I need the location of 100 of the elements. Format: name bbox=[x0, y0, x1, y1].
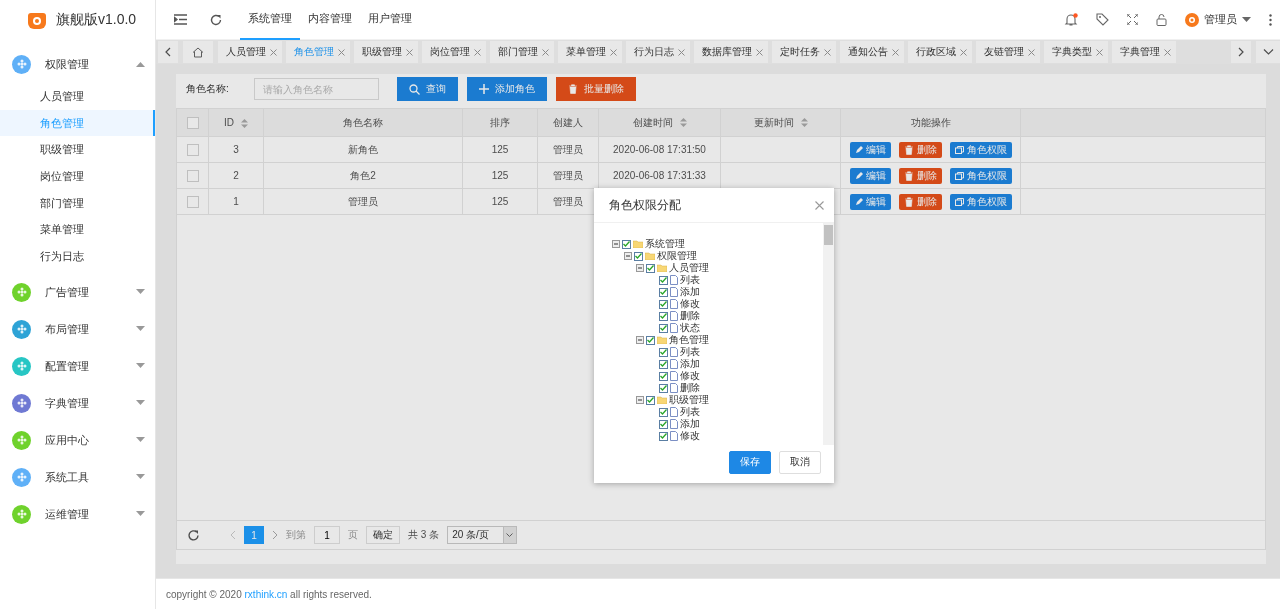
menu-group[interactable]: 布局管理 bbox=[0, 310, 155, 348]
tree-checkbox[interactable] bbox=[659, 311, 668, 321]
tree-checkbox[interactable] bbox=[659, 287, 668, 297]
close-icon[interactable] bbox=[815, 200, 824, 210]
tree-label[interactable]: 删除 bbox=[680, 309, 700, 323]
tree-label[interactable]: 添加 bbox=[680, 357, 700, 371]
cancel-button[interactable]: 取消 bbox=[779, 450, 821, 474]
add-button[interactable]: 添加角色 bbox=[466, 77, 547, 101]
close-icon[interactable] bbox=[338, 48, 345, 56]
collapse-icon[interactable] bbox=[636, 336, 644, 344]
page-tab[interactable]: 行为日志 bbox=[626, 41, 690, 63]
tree-label[interactable]: 添加 bbox=[680, 417, 700, 431]
menu-group[interactable]: 系统工具 bbox=[0, 458, 155, 496]
tree-label[interactable]: 修改 bbox=[680, 369, 700, 383]
page-tab[interactable]: 数据库管理 bbox=[694, 41, 768, 63]
edit-button[interactable]: 编辑 bbox=[849, 167, 891, 184]
tree-label[interactable]: 人员管理 bbox=[669, 261, 709, 275]
tree-checkbox[interactable] bbox=[646, 263, 655, 273]
tree-checkbox[interactable] bbox=[646, 395, 655, 405]
confirm-button[interactable]: 确定 bbox=[366, 526, 400, 544]
close-icon[interactable] bbox=[892, 48, 899, 56]
tree-label[interactable]: 列表 bbox=[680, 405, 700, 419]
row-checkbox[interactable] bbox=[186, 195, 199, 208]
page-tab[interactable]: 友链管理 bbox=[976, 41, 1040, 63]
menu-icon[interactable] bbox=[173, 14, 187, 25]
page-tab[interactable]: 职级管理 bbox=[354, 41, 418, 63]
tree-label[interactable]: 删除 bbox=[680, 381, 700, 395]
close-icon[interactable] bbox=[406, 48, 413, 56]
nav-tab[interactable]: 用户管理 bbox=[360, 0, 420, 40]
close-icon[interactable] bbox=[1096, 48, 1103, 56]
sort-icon[interactable] bbox=[241, 118, 248, 128]
tree-checkbox[interactable] bbox=[646, 335, 655, 345]
edit-button[interactable]: 编辑 bbox=[849, 141, 891, 158]
permission-button[interactable]: 角色权限 bbox=[949, 193, 1012, 210]
save-button[interactable]: 保存 bbox=[729, 450, 771, 474]
page-tab[interactable]: 岗位管理 bbox=[422, 41, 486, 63]
submenu-item[interactable]: 职级管理 bbox=[0, 136, 155, 164]
search-button[interactable]: 查询 bbox=[396, 77, 458, 101]
tree-label[interactable]: 状态 bbox=[680, 321, 700, 335]
tree-checkbox[interactable] bbox=[634, 251, 643, 261]
collapse-icon[interactable] bbox=[612, 240, 620, 248]
column-header[interactable]: 创建时间 bbox=[632, 116, 673, 128]
collapse-icon[interactable] bbox=[636, 264, 644, 272]
tabs-menu-button[interactable] bbox=[1256, 41, 1280, 63]
tree-label[interactable]: 角色管理 bbox=[669, 333, 709, 347]
menu-group[interactable]: 字典管理 bbox=[0, 384, 155, 422]
close-icon[interactable] bbox=[756, 48, 763, 56]
sort-icon[interactable] bbox=[800, 118, 808, 128]
delete-button[interactable]: 删除 bbox=[898, 193, 942, 210]
column-header[interactable]: ID bbox=[224, 117, 234, 128]
page-tab[interactable]: 定时任务 bbox=[772, 41, 836, 63]
page-tab[interactable]: 字典类型 bbox=[1044, 41, 1108, 63]
home-tab[interactable] bbox=[183, 41, 213, 63]
tag-icon[interactable] bbox=[1096, 13, 1109, 26]
close-icon[interactable] bbox=[678, 48, 685, 56]
tree-checkbox[interactable] bbox=[659, 371, 668, 381]
submenu-item[interactable]: 岗位管理 bbox=[0, 163, 155, 190]
close-icon[interactable] bbox=[824, 48, 831, 56]
delete-button[interactable]: 删除 bbox=[898, 167, 942, 184]
close-icon[interactable] bbox=[610, 48, 617, 56]
tree-label[interactable]: 列表 bbox=[680, 273, 700, 287]
page-size-select[interactable]: 20 条/页 bbox=[447, 526, 517, 544]
close-icon[interactable] bbox=[1028, 48, 1035, 56]
chevron-right-icon[interactable] bbox=[272, 530, 278, 540]
tree-checkbox[interactable] bbox=[659, 383, 668, 393]
menu-group[interactable]: 广告管理 bbox=[0, 273, 155, 311]
close-icon[interactable] bbox=[1164, 48, 1171, 56]
submenu-item[interactable]: 行为日志 bbox=[0, 243, 155, 270]
close-icon[interactable] bbox=[474, 48, 481, 56]
menu-group[interactable]: 运维管理 bbox=[0, 495, 155, 533]
chevron-left-icon[interactable] bbox=[230, 530, 236, 540]
column-header[interactable]: 更新时间 bbox=[753, 116, 794, 128]
tree-label[interactable]: 系统管理 bbox=[645, 237, 685, 251]
more-icon[interactable] bbox=[1269, 13, 1272, 26]
fullscreen-icon[interactable] bbox=[1127, 14, 1138, 25]
menu-group[interactable]: 配置管理 bbox=[0, 347, 155, 385]
scroll-right-button[interactable] bbox=[1231, 41, 1251, 63]
tree-label[interactable]: 列表 bbox=[680, 345, 700, 359]
tree-checkbox[interactable] bbox=[659, 419, 668, 429]
page-tab[interactable]: 行政区域 bbox=[908, 41, 972, 63]
delete-button[interactable]: 批量删除 bbox=[555, 77, 636, 101]
menu-group[interactable]: 权限管理 bbox=[0, 45, 155, 83]
close-icon[interactable] bbox=[542, 48, 549, 56]
menu-group[interactable]: 应用中心 bbox=[0, 421, 155, 459]
refresh-icon[interactable] bbox=[187, 528, 200, 542]
tree-checkbox[interactable] bbox=[659, 431, 668, 441]
tree-label[interactable]: 修改 bbox=[680, 429, 700, 443]
tree-label[interactable]: 权限管理 bbox=[657, 249, 697, 263]
permission-button[interactable]: 角色权限 bbox=[949, 141, 1012, 158]
close-icon[interactable] bbox=[270, 48, 277, 56]
tree-label[interactable]: 修改 bbox=[680, 297, 700, 311]
submenu-item[interactable]: 部门管理 bbox=[0, 189, 155, 217]
tree-checkbox[interactable] bbox=[659, 347, 668, 357]
page-tab[interactable]: 通知公告 bbox=[840, 41, 904, 63]
tree-checkbox[interactable] bbox=[659, 359, 668, 369]
submenu-item[interactable]: 菜单管理 bbox=[0, 216, 155, 244]
submenu-item[interactable]: 人员管理 bbox=[0, 83, 155, 110]
page-tab[interactable]: 菜单管理 bbox=[558, 41, 622, 63]
lock-icon[interactable] bbox=[1156, 13, 1167, 26]
permission-button[interactable]: 角色权限 bbox=[949, 167, 1012, 184]
